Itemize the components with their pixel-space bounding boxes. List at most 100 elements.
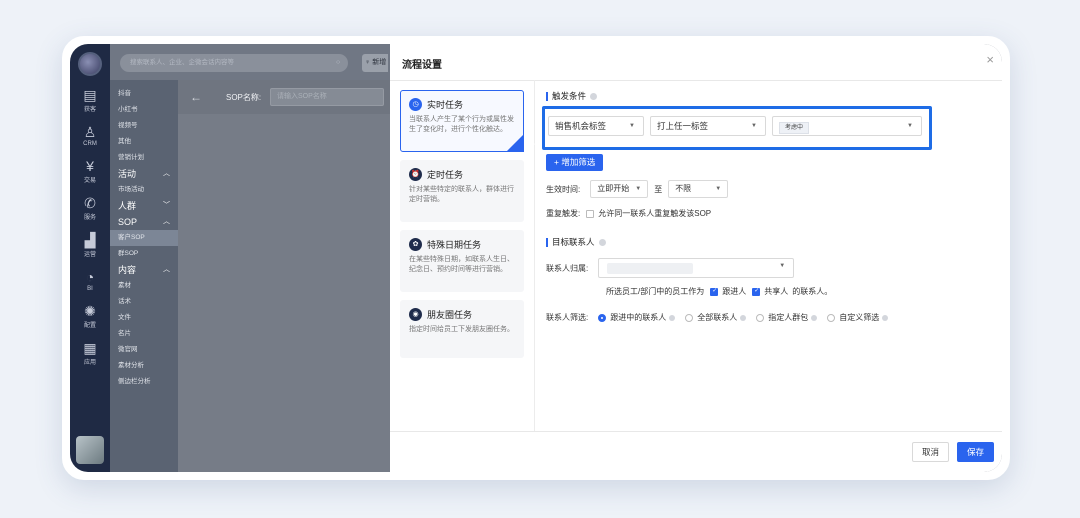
qr-thumbnail[interactable] bbox=[76, 436, 104, 464]
task-card-title-text: 特殊日期任务 bbox=[427, 240, 482, 250]
info-icon[interactable] bbox=[882, 314, 889, 321]
rail-item[interactable]: ▟ 运营 bbox=[70, 233, 110, 258]
owner-select[interactable]: ▼ bbox=[598, 258, 795, 278]
tag-chip[interactable]: 考虑中 bbox=[779, 122, 810, 134]
save-button[interactable]: 保存 bbox=[956, 442, 994, 462]
rail-item[interactable]: ✺ 配置 bbox=[70, 304, 110, 329]
back-arrow-icon[interactable]: ← bbox=[190, 90, 202, 104]
cancel-button[interactable]: 取消 bbox=[911, 442, 949, 462]
sidebar-item[interactable]: 微官网 bbox=[110, 342, 178, 358]
info-icon[interactable] bbox=[590, 92, 598, 100]
sidebar-item[interactable]: 文件 bbox=[110, 310, 178, 326]
gift-icon: ✿ bbox=[409, 238, 422, 251]
trigger-operator-select[interactable]: 打上任一标签 ▼ bbox=[650, 116, 766, 136]
sharer-checkbox[interactable] bbox=[752, 287, 761, 296]
rail-item[interactable]: ✆ 服务 bbox=[70, 196, 110, 221]
sidebar-item-label: 素材 bbox=[118, 282, 131, 289]
sidebar-item[interactable]: 市场活动 bbox=[110, 182, 178, 198]
task-card-desc: 当联系人产生了某个行为或属性发生了变化时，进行个性化触达。 bbox=[409, 116, 514, 133]
filter-radio[interactable] bbox=[685, 313, 694, 322]
sidebar-item[interactable]: 素材 bbox=[110, 278, 178, 294]
trigger-field-select[interactable]: 销售机会标签 ▼ bbox=[548, 116, 644, 136]
sidebar-item[interactable]: 内容 ︿ bbox=[110, 262, 178, 278]
chevron-down-icon: ▼ bbox=[715, 186, 722, 192]
sidebar-item-label: 素材分析 bbox=[118, 362, 144, 369]
filter-radio[interactable] bbox=[756, 313, 765, 322]
follower-checkbox[interactable] bbox=[710, 287, 719, 296]
sidebar-item[interactable]: 素材分析 bbox=[110, 358, 178, 374]
task-card[interactable]: ◷ 实时任务 当联系人产生了某个行为或属性发生了变化时，进行个性化触达。 ✓ bbox=[400, 90, 540, 152]
contact-filter-label: 联系人筛选: bbox=[546, 313, 589, 322]
sidebar-item-label: 营销计划 bbox=[118, 154, 144, 161]
close-icon[interactable]: × bbox=[986, 52, 994, 67]
sidebar-item[interactable]: 群SOP bbox=[110, 246, 178, 262]
info-icon[interactable] bbox=[669, 314, 676, 321]
sidebar-item[interactable]: 视频号 bbox=[110, 118, 178, 134]
task-card-title-text: 定时任务 bbox=[427, 170, 464, 180]
sidebar-item[interactable]: 小红书 bbox=[110, 102, 178, 118]
modal-footer: 取消 保存 bbox=[904, 442, 994, 462]
sidebar-item-label: 文件 bbox=[118, 314, 131, 321]
trigger-tag-select[interactable]: 考虑中 ▼ bbox=[772, 116, 922, 136]
contact-filter-row: 联系人筛选: 跟进中的联系人 全部联系人 指定人群包 自定义筛选 bbox=[546, 312, 889, 323]
sidebar-item[interactable]: 人群 ﹀ bbox=[110, 198, 178, 214]
trigger-condition-row: 销售机会标签 ▼ 打上任一标签 ▼ 考虑中 ▼ bbox=[548, 116, 928, 136]
sidebar-item[interactable]: 营销计划 bbox=[110, 150, 178, 166]
task-card-desc: 指定时间给员工下发朋友圈任务。 bbox=[409, 326, 514, 333]
chevron-down-icon: ▼ bbox=[629, 123, 635, 129]
pie-icon: ◔ bbox=[85, 269, 95, 285]
owner-chip[interactable] bbox=[607, 263, 694, 274]
search-icon[interactable]: ○ bbox=[336, 54, 340, 72]
rail-item[interactable]: ▤ 获客 bbox=[70, 88, 110, 113]
bar-chart-icon: ▟ bbox=[84, 232, 96, 248]
effective-start-select[interactable]: 立即开始 ▼ bbox=[590, 180, 649, 198]
sidebar-item-label: 视频号 bbox=[118, 122, 138, 129]
sidebar-item[interactable]: 侧边栏分析 bbox=[110, 374, 178, 390]
sidebar-item-label: 侧边栏分析 bbox=[118, 378, 151, 385]
rail-item[interactable]: ♙ CRM bbox=[70, 125, 110, 147]
repeat-option-label: 允许同一联系人重复触发该SOP bbox=[598, 209, 712, 218]
rail-item[interactable]: ▦ 应用 bbox=[70, 341, 110, 366]
sidebar-item[interactable]: 名片 bbox=[110, 326, 178, 342]
effective-start-value: 立即开始 bbox=[597, 184, 630, 193]
follower-label: 跟进人 bbox=[722, 287, 747, 296]
filter-radio[interactable] bbox=[827, 313, 836, 322]
task-card[interactable]: ◉ 朋友圈任务 指定时间给员工下发朋友圈任务。 bbox=[400, 300, 524, 358]
sidebar-item[interactable]: 其他 bbox=[110, 134, 178, 150]
repeat-checkbox[interactable] bbox=[586, 209, 595, 218]
sidebar-item-label: 群SOP bbox=[118, 250, 139, 257]
sidebar-item[interactable]: 抖音 bbox=[110, 86, 178, 102]
rail-item-label: BI bbox=[87, 286, 93, 292]
new-button[interactable]: ♀ 新增 bbox=[362, 54, 388, 72]
sop-name-input[interactable]: 请输入SOP名称 bbox=[270, 88, 384, 106]
filter-radio[interactable] bbox=[598, 313, 607, 322]
sidebar-item-label: 话术 bbox=[118, 298, 131, 305]
search-placeholder: 搜索联系人、企业、企微会话内容等 bbox=[130, 59, 234, 66]
effective-end-select[interactable]: 不限 ▼ bbox=[668, 180, 729, 198]
chevron-up-icon: ︿ bbox=[163, 266, 170, 273]
info-icon[interactable] bbox=[740, 314, 747, 321]
sidebar-item-label: 内容 bbox=[118, 265, 137, 275]
task-card-title-text: 实时任务 bbox=[427, 100, 464, 110]
chevron-down-icon: ▼ bbox=[907, 123, 913, 129]
rail-item[interactable]: ¥ 交易 bbox=[70, 159, 110, 184]
sidebar-item[interactable]: 话术 bbox=[110, 294, 178, 310]
add-user-icon: ♀ bbox=[365, 59, 371, 66]
task-card[interactable]: ⏰ 定时任务 针对某些特定的联系人，群体进行定时营销。 bbox=[400, 160, 524, 222]
sidebar-item[interactable]: 客户SOP bbox=[110, 230, 178, 246]
rail-item[interactable]: ◔ BI bbox=[70, 270, 110, 292]
sidebar-item[interactable]: 活动 ︿ bbox=[110, 166, 178, 182]
filter-option-label: 跟进中的联系人 bbox=[610, 313, 667, 322]
sidebar-item[interactable]: SOP ︿ bbox=[110, 214, 178, 230]
effective-time-row: 生效时间: 立即开始 ▼ 至 不限 ▼ bbox=[546, 180, 729, 198]
owner-note-suffix: 的联系人。 bbox=[792, 287, 833, 296]
info-icon[interactable] bbox=[598, 238, 606, 246]
info-icon[interactable] bbox=[811, 314, 818, 321]
add-filter-button[interactable]: + 增加筛选 bbox=[546, 154, 604, 171]
chevron-down-icon: ﹀ bbox=[163, 202, 170, 209]
global-search-input[interactable]: 搜索联系人、企业、企微会话内容等 ○ bbox=[120, 54, 348, 72]
avatar[interactable] bbox=[78, 52, 102, 76]
sop-name-placeholder: 请输入SOP名称 bbox=[277, 93, 327, 100]
task-card[interactable]: ✿ 特殊日期任务 在某些特殊日期，如联系人生日、纪念日、预约时间等进行营销。 bbox=[400, 230, 524, 292]
device-frame: ▤ 获客 ♙ CRM ¥ 交易 ✆ 服务 ▟ 运营 ◔ BI ✺ 配置 ▦ 应用 抖音 小红书视频号其他营销计划… bbox=[62, 36, 1010, 480]
